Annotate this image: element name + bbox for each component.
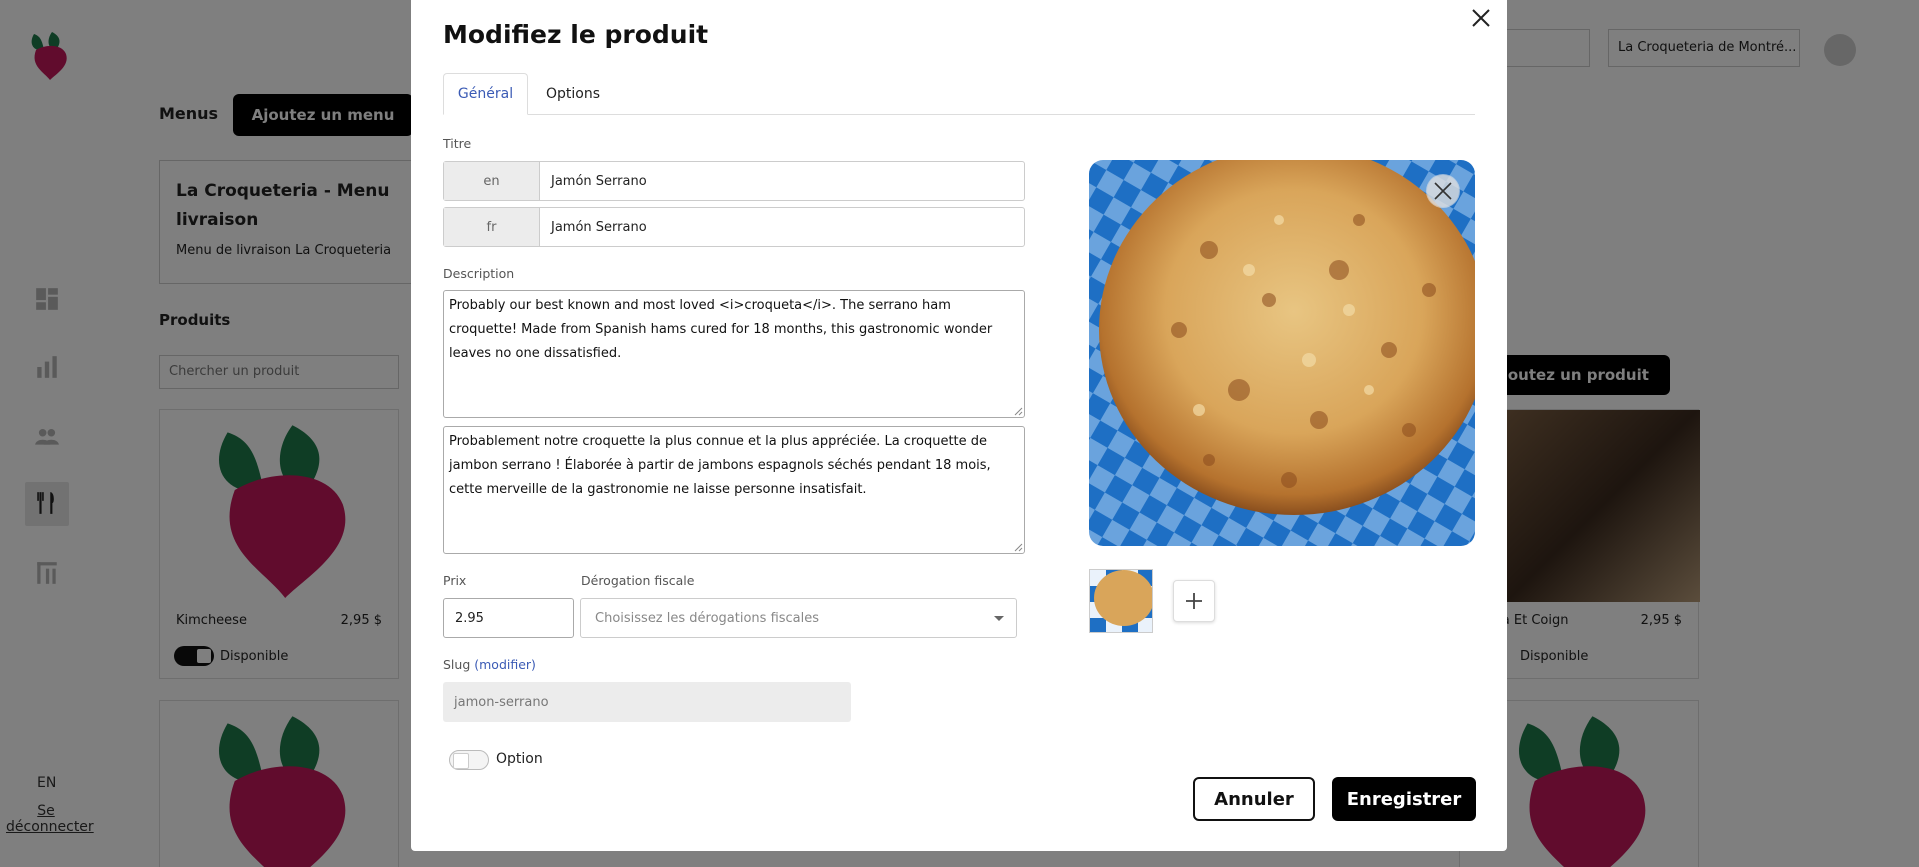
modal-title: Modifiez le produit	[443, 20, 709, 49]
slug-edit-link[interactable]: (modifier)	[474, 657, 536, 672]
title-field-fr: fr Jamón Serrano	[443, 207, 1025, 247]
title-field-en: en Jamón Serrano	[443, 161, 1025, 201]
tab-general[interactable]: Général	[443, 73, 528, 115]
title-input-fr[interactable]: Jamón Serrano	[540, 208, 1024, 246]
tax-exemption-select[interactable]: Choisissez les dérogations fiscales	[580, 598, 1017, 638]
remove-image-icon[interactable]	[1426, 174, 1460, 208]
option-label: Option	[496, 751, 543, 767]
price-input[interactable]: 2.95	[443, 598, 574, 638]
resize-handle-icon[interactable]	[1014, 543, 1023, 552]
tortilla-thumbnail	[1090, 570, 1152, 632]
save-button[interactable]: Enregistrer	[1332, 777, 1476, 821]
chevron-down-icon	[994, 616, 1004, 621]
slug-input: jamon-serrano	[443, 682, 851, 722]
price-label: Prix	[443, 573, 467, 588]
slug-label: Slug	[443, 657, 471, 672]
slug-label-row: Slug (modifier)	[443, 657, 536, 672]
image-thumbnail[interactable]	[1089, 569, 1153, 633]
lang-code: en	[444, 162, 540, 200]
tax-placeholder: Choisissez les dérogations fiscales	[595, 610, 820, 626]
title-label: Titre	[443, 136, 472, 151]
close-icon[interactable]	[1469, 6, 1493, 30]
plus-icon	[1186, 593, 1202, 609]
product-photo	[1089, 160, 1475, 546]
resize-handle-icon[interactable]	[1014, 407, 1023, 416]
description-label: Description	[443, 266, 515, 281]
add-image-button[interactable]	[1173, 580, 1215, 622]
cancel-button[interactable]: Annuler	[1193, 777, 1315, 821]
title-input-en[interactable]: Jamón Serrano	[540, 162, 1024, 200]
modal-tabs: Général Options	[443, 73, 1475, 115]
tax-label: Dérogation fiscale	[581, 573, 695, 588]
edit-product-modal: Modifiez le produit Général Options Titr…	[411, 0, 1507, 851]
option-toggle[interactable]	[449, 750, 489, 770]
tab-options[interactable]: Options	[528, 73, 618, 115]
lang-code: fr	[444, 208, 540, 246]
description-textarea-fr[interactable]: Probablement notre croquette la plus con…	[443, 426, 1025, 554]
tortilla-photo	[1089, 160, 1475, 546]
description-text-fr: Probablement notre croquette la plus con…	[449, 434, 991, 497]
description-textarea-en[interactable]: Probably our best known and most loved <…	[443, 290, 1025, 418]
description-text-en: Probably our best known and most loved <…	[449, 298, 993, 361]
